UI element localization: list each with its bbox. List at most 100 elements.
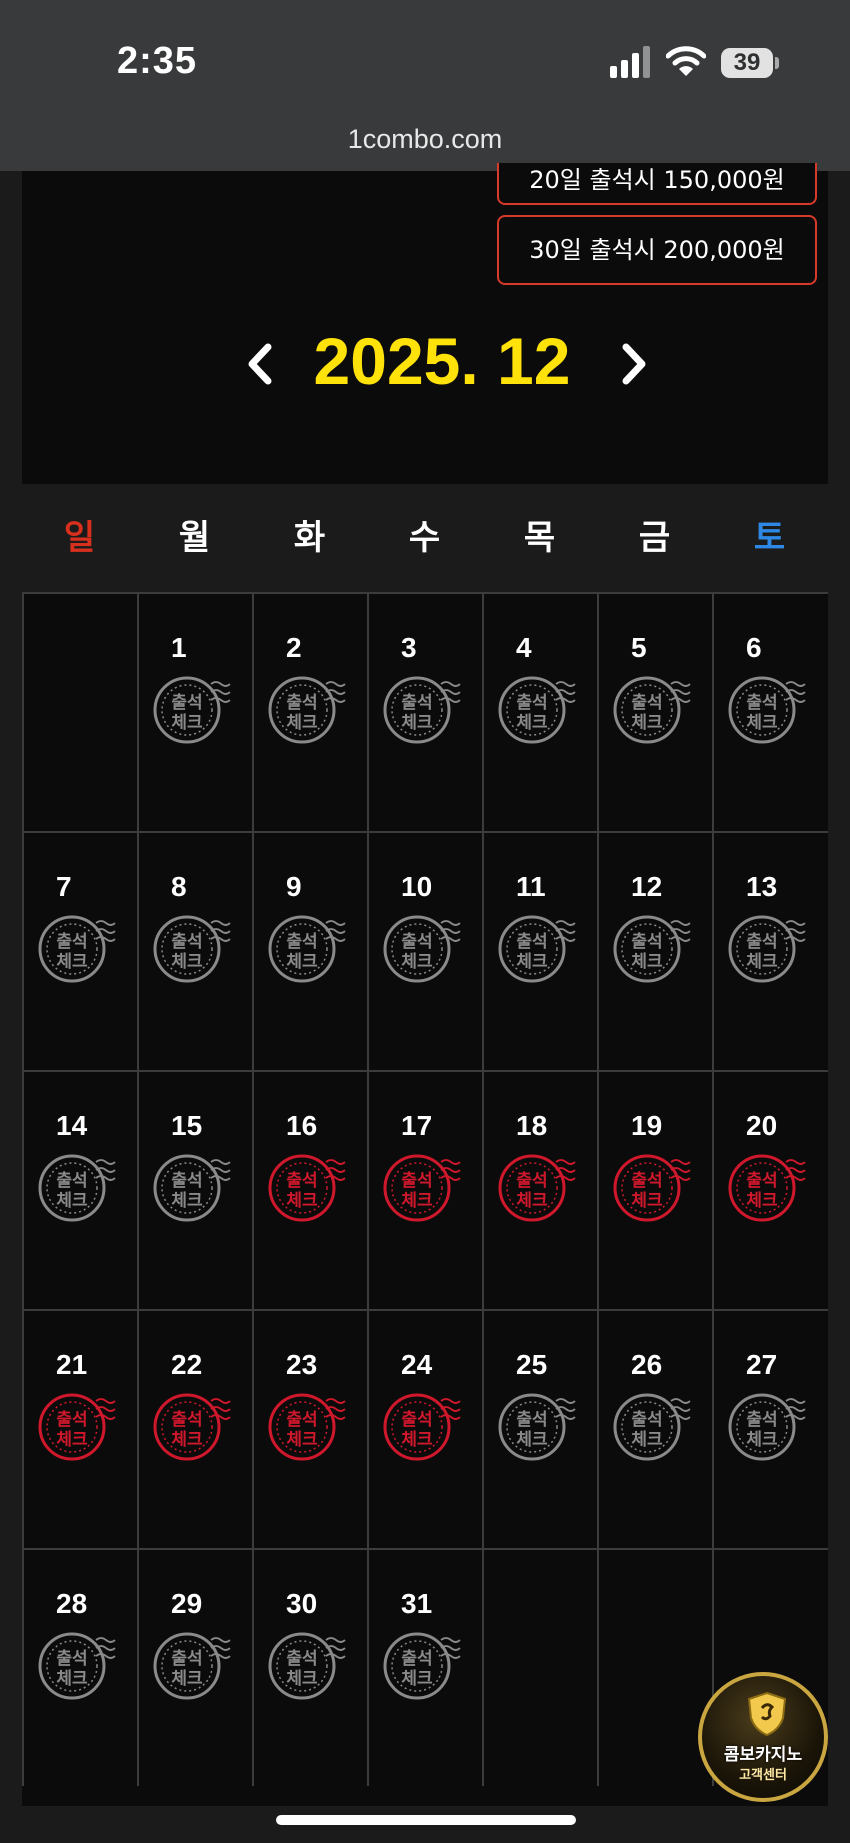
day-number: 12 [631, 871, 663, 902]
chevron-left-icon[interactable] [240, 339, 280, 389]
svg-text:체크: 체크 [516, 1430, 548, 1450]
svg-text:출석: 출석 [401, 693, 432, 713]
svg-text:체크: 체크 [746, 1191, 778, 1211]
attendance-stamp-unchecked: 출석 체크 [613, 674, 691, 746]
svg-text:체크: 체크 [401, 1669, 433, 1689]
attendance-stamp-unchecked: 출석 체크 [38, 1630, 116, 1702]
calendar-day-14[interactable]: 14 출석 체크 [24, 1072, 137, 1309]
calendar-grid: 1 출석 체크 2 출석 체크 3 출석 체크 4 출석 체크 5 출석 체크 6 출석 체크 7 출석 체크 8 출석 체크… [22, 592, 828, 1786]
attendance-stamp-checked: 출석 체크 [613, 1152, 691, 1224]
svg-text:체크: 체크 [746, 1430, 778, 1450]
day-number: 14 [56, 1110, 88, 1141]
svg-text:체크: 체크 [401, 1191, 433, 1211]
calendar-day-29[interactable]: 29 출석 체크 [139, 1550, 252, 1786]
attendance-stamp-unchecked: 출석 체크 [268, 674, 346, 746]
calendar-day-3[interactable]: 3 출석 체크 [369, 594, 482, 831]
day-number: 24 [401, 1349, 433, 1380]
svg-text:체크: 체크 [631, 713, 663, 733]
calendar-day-19[interactable]: 19 출석 체크 [599, 1072, 712, 1309]
day-number: 22 [171, 1349, 203, 1380]
calendar-day-16[interactable]: 16 출석 체크 [254, 1072, 367, 1309]
svg-text:출석: 출석 [171, 1649, 202, 1669]
attendance-stamp-unchecked: 출석 체크 [153, 1630, 231, 1702]
attendance-stamp-unchecked: 출석 체크 [268, 913, 346, 985]
calendar-day-25[interactable]: 25 출석 체크 [484, 1311, 597, 1548]
calendar-day-2[interactable]: 2 출석 체크 [254, 594, 367, 831]
day-number: 26 [631, 1349, 663, 1380]
day-number: 23 [286, 1349, 318, 1380]
calendar-day-15[interactable]: 15 출석 체크 [139, 1072, 252, 1309]
svg-text:출석: 출석 [516, 1410, 547, 1430]
svg-text:출석: 출석 [631, 1410, 662, 1430]
calendar-day-8[interactable]: 8 출석 체크 [139, 833, 252, 1070]
svg-text:출석: 출석 [401, 1649, 432, 1669]
calendar-day-27[interactable]: 27 출석 체크 [714, 1311, 828, 1548]
calendar-day-21[interactable]: 21 출석 체크 [24, 1311, 137, 1548]
reward-20-days: 20일 출석시 150,000원 [497, 163, 817, 205]
svg-text:체크: 체크 [286, 1191, 318, 1211]
calendar-day-22[interactable]: 22 출석 체크 [139, 1311, 252, 1548]
attendance-stamp-unchecked: 출석 체크 [383, 674, 461, 746]
day-number: 8 [171, 871, 187, 902]
chevron-right-icon[interactable] [614, 339, 654, 389]
attendance-stamp-checked: 출석 체크 [153, 1391, 231, 1463]
day-number: 2 [286, 632, 302, 663]
calendar-day-9[interactable]: 9 출석 체크 [254, 833, 367, 1070]
svg-text:체크: 체크 [516, 952, 548, 972]
current-month: 2025. 12 [313, 324, 571, 398]
calendar-day-5[interactable]: 5 출석 체크 [599, 594, 712, 831]
calendar-day-1[interactable]: 1 출석 체크 [139, 594, 252, 831]
attendance-stamp-checked: 출석 체크 [38, 1391, 116, 1463]
day-number: 17 [401, 1110, 433, 1141]
calendar-day-30[interactable]: 30 출석 체크 [254, 1550, 367, 1786]
calendar-day-26[interactable]: 26 출석 체크 [599, 1311, 712, 1548]
calendar-empty-cell [599, 1550, 712, 1786]
svg-text:체크: 체크 [171, 1669, 203, 1689]
calendar-day-12[interactable]: 12 출석 체크 [599, 833, 712, 1070]
day-number: 21 [56, 1349, 88, 1380]
day-number: 7 [56, 871, 72, 902]
svg-text:출석: 출석 [286, 1649, 317, 1669]
svg-text:출석: 출석 [746, 1410, 777, 1430]
attendance-stamp-checked: 출석 체크 [383, 1152, 461, 1224]
calendar-day-23[interactable]: 23 출석 체크 [254, 1311, 367, 1548]
attendance-stamp-unchecked: 출석 체크 [498, 674, 576, 746]
day-number: 6 [746, 632, 762, 663]
attendance-stamp-unchecked: 출석 체크 [728, 913, 806, 985]
day-number: 28 [56, 1588, 88, 1619]
svg-text:체크: 체크 [56, 952, 88, 972]
calendar-day-10[interactable]: 10 출석 체크 [369, 833, 482, 1070]
svg-text:체크: 체크 [516, 1191, 548, 1211]
calendar-day-28[interactable]: 28 출석 체크 [24, 1550, 137, 1786]
calendar-day-17[interactable]: 17 출석 체크 [369, 1072, 482, 1309]
attendance-stamp-unchecked: 출석 체크 [498, 913, 576, 985]
calendar-day-4[interactable]: 4 출석 체크 [484, 594, 597, 831]
svg-text:출석: 출석 [746, 1171, 777, 1191]
day-number: 31 [401, 1588, 433, 1619]
calendar-day-24[interactable]: 24 출석 체크 [369, 1311, 482, 1548]
calendar-day-11[interactable]: 11 출석 체크 [484, 833, 597, 1070]
calendar-day-6[interactable]: 6 출석 체크 [714, 594, 828, 831]
attendance-stamp-unchecked: 출석 체크 [498, 1391, 576, 1463]
svg-text:체크: 체크 [286, 713, 318, 733]
day-number: 16 [286, 1110, 318, 1141]
svg-text:출석: 출석 [171, 1410, 202, 1430]
svg-text:출석: 출석 [286, 932, 317, 952]
calendar-day-18[interactable]: 18 출석 체크 [484, 1072, 597, 1309]
calendar-day-13[interactable]: 13 출석 체크 [714, 833, 828, 1070]
customer-center-button[interactable]: 콤보카지노 고객센터 [698, 1672, 828, 1802]
calendar-day-31[interactable]: 31 출석 체크 [369, 1550, 482, 1786]
svg-text:출석: 출석 [401, 1410, 432, 1430]
svg-text:출석: 출석 [56, 1649, 87, 1669]
day-number: 19 [631, 1110, 663, 1141]
day-number: 10 [401, 871, 433, 902]
calendar-day-7[interactable]: 7 출석 체크 [24, 833, 137, 1070]
calendar-day-20[interactable]: 20 출석 체크 [714, 1072, 828, 1309]
svg-text:체크: 체크 [631, 952, 663, 972]
calendar-empty-cell [24, 594, 137, 831]
svg-text:체크: 체크 [286, 1430, 318, 1450]
address-bar[interactable]: 1combo.com [0, 124, 850, 155]
svg-text:체크: 체크 [746, 952, 778, 972]
day-number: 9 [286, 871, 302, 902]
attendance-stamp-unchecked: 출석 체크 [38, 913, 116, 985]
